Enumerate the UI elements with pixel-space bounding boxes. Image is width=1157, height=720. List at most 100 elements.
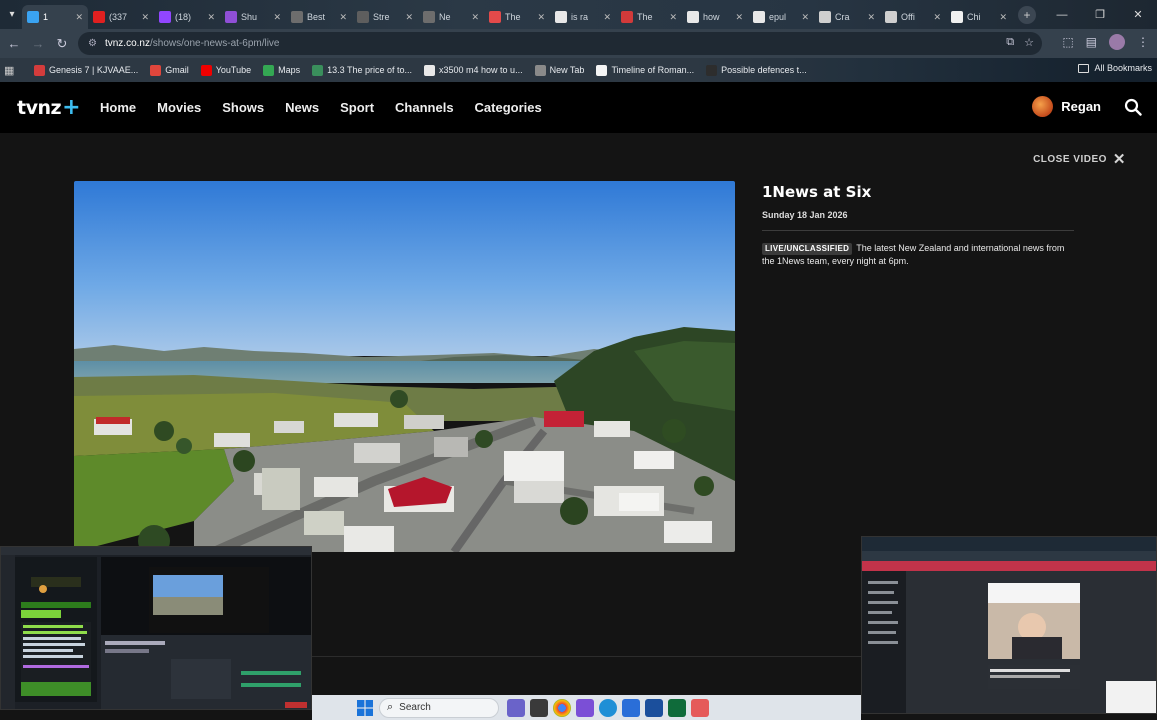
tab-close-icon[interactable]: ✕	[207, 12, 215, 23]
apps-grid-icon[interactable]: ▦	[4, 64, 18, 77]
sidebar-icon[interactable]: ▤	[1086, 35, 1097, 49]
user-menu[interactable]: Regan	[1032, 96, 1101, 117]
copilot-icon[interactable]	[507, 698, 525, 717]
browser-tab[interactable]: 1 ✕	[22, 5, 88, 29]
user-avatar[interactable]	[1032, 96, 1054, 117]
bookmark-star-icon[interactable]: ☆	[1024, 36, 1034, 49]
tab-close-icon[interactable]: ✕	[405, 12, 413, 23]
tab-close-icon[interactable]: ✕	[537, 12, 545, 23]
nav-item-movies[interactable]: Movies	[157, 100, 201, 115]
close-window-icon[interactable]: ✕	[1119, 0, 1157, 29]
bookmark-favicon-icon	[596, 64, 608, 76]
tab-close-icon[interactable]: ✕	[75, 12, 83, 23]
show-title: 1News at Six	[762, 183, 872, 201]
browser-tab[interactable]: The ✕	[616, 5, 682, 29]
browser-tab[interactable]: Offi ✕	[880, 5, 946, 29]
tab-close-icon[interactable]: ✕	[339, 12, 347, 23]
tab-close-icon[interactable]: ✕	[933, 12, 941, 23]
bookmarks-bar: ▦ Genesis 7 | KJVAAE... Gmail YouTube Maps 1…	[0, 58, 1157, 82]
bookmark-item[interactable]: New Tab	[534, 64, 584, 76]
tab-favicon-icon	[489, 11, 501, 23]
bookmark-item[interactable]: Possible defences t...	[706, 64, 807, 76]
browser-tab[interactable]: is ra ✕	[550, 5, 616, 29]
browser-tab[interactable]: Chi ✕	[946, 5, 1012, 29]
back-icon[interactable]: ←	[2, 32, 26, 56]
recorder-icon[interactable]	[691, 698, 709, 717]
tab-close-icon[interactable]: ✕	[273, 12, 281, 23]
app-icon-2[interactable]	[668, 698, 686, 717]
cast-icon[interactable]: ⧉	[1006, 36, 1014, 49]
new-tab-button[interactable]: +	[1018, 5, 1036, 24]
bookmark-item[interactable]: Gmail	[150, 64, 189, 76]
profile-avatar[interactable]	[1109, 34, 1125, 50]
reload-icon[interactable]: ↻	[50, 32, 74, 56]
taskbar-search[interactable]: ⌕ Search	[379, 697, 499, 718]
address-bar[interactable]: ⚙ tvnz.co.nz/shows/one-news-at-6pm/live …	[78, 32, 1042, 55]
windows-taskbar: ⌕ Search	[312, 695, 861, 720]
windows-start-icon[interactable]	[356, 699, 374, 717]
tab-close-icon[interactable]: ✕	[867, 12, 875, 23]
screen-capture-thumbnail-right[interactable]	[861, 536, 1157, 714]
browser-tab[interactable]: how ✕	[682, 5, 748, 29]
bookmark-item[interactable]: 13.3 The price of to...	[312, 64, 413, 76]
screen-capture-thumbnail-left[interactable]	[0, 546, 312, 710]
nav-item-home[interactable]: Home	[100, 100, 136, 115]
tab-label: (18)	[175, 12, 192, 22]
app-icon[interactable]	[576, 698, 594, 717]
bookmark-item[interactable]: Genesis 7 | KJVAAE...	[34, 64, 138, 76]
tab-close-icon[interactable]: ✕	[471, 12, 479, 23]
browser-tab[interactable]: Shu ✕	[220, 5, 286, 29]
tvnz-logo[interactable]: tvnz +	[17, 95, 80, 120]
edge-icon[interactable]	[599, 698, 617, 717]
browser-tab[interactable]: Ne ✕	[418, 5, 484, 29]
taskbar-search-label: Search	[399, 702, 431, 713]
nav-item-news[interactable]: News	[285, 100, 319, 115]
maximize-icon[interactable]: ❐	[1081, 0, 1119, 29]
nav-item-categories[interactable]: Categories	[475, 100, 542, 115]
tab-favicon-icon	[687, 11, 699, 23]
tab-close-icon[interactable]: ✕	[735, 12, 743, 23]
all-bookmarks-button[interactable]: All Bookmarks	[1078, 63, 1152, 73]
tab-close-icon[interactable]: ✕	[141, 12, 149, 23]
divider	[762, 230, 1074, 231]
browser-tab[interactable]: Best ✕	[286, 5, 352, 29]
nav-item-sport[interactable]: Sport	[340, 100, 374, 115]
tab-label: 1	[43, 12, 49, 22]
bookmark-item[interactable]: Maps	[263, 64, 300, 76]
tab-close-icon[interactable]: ✕	[669, 12, 677, 23]
bookmark-item[interactable]: Timeline of Roman...	[596, 64, 695, 76]
store-icon[interactable]	[645, 698, 663, 717]
tab-close-icon[interactable]: ✕	[603, 12, 611, 23]
close-video-button[interactable]: CLOSE VIDEO ✕	[1033, 150, 1126, 168]
browser-toolbar: ← → ↻ ⚙ tvnz.co.nz/shows/one-news-at-6pm…	[0, 29, 1157, 58]
tab-close-icon[interactable]: ✕	[999, 12, 1007, 23]
tab-search-menu-icon[interactable]: ▾	[2, 5, 22, 25]
browser-tab[interactable]: (18) ✕	[154, 5, 220, 29]
browser-tab[interactable]: Stre ✕	[352, 5, 418, 29]
close-video-label: CLOSE VIDEO	[1033, 153, 1107, 165]
browser-tab[interactable]: epul ✕	[748, 5, 814, 29]
mail-icon[interactable]	[622, 698, 640, 717]
bookmark-favicon-icon	[534, 64, 546, 76]
browser-menu-icon[interactable]: ⋮	[1137, 35, 1149, 49]
bookmark-item[interactable]: YouTube	[200, 64, 251, 76]
task-view-icon[interactable]	[530, 698, 548, 717]
search-icon[interactable]	[1124, 98, 1142, 116]
bookmark-label: x3500 m4 how to u...	[439, 65, 523, 75]
bookmark-item[interactable]: x3500 m4 how to u...	[424, 64, 523, 76]
nav-item-channels[interactable]: Channels	[395, 100, 454, 115]
minimize-icon[interactable]: —	[1043, 0, 1081, 29]
nav-item-shows[interactable]: Shows	[222, 100, 264, 115]
forward-icon[interactable]: →	[26, 32, 50, 56]
bookmark-label: 13.3 The price of to...	[327, 65, 413, 75]
browser-tab[interactable]: The ✕	[484, 5, 550, 29]
tab-close-icon[interactable]: ✕	[801, 12, 809, 23]
site-info-icon[interactable]: ⚙	[88, 38, 97, 49]
tab-label: Shu	[241, 12, 258, 22]
browser-tab[interactable]: Cra ✕	[814, 5, 880, 29]
extensions-icon[interactable]: ⬚	[1062, 35, 1073, 49]
bookmark-label: Timeline of Roman...	[611, 65, 695, 75]
browser-tab[interactable]: (337 ✕	[88, 5, 154, 29]
video-player[interactable]	[74, 181, 735, 552]
chrome-icon[interactable]	[553, 698, 571, 717]
